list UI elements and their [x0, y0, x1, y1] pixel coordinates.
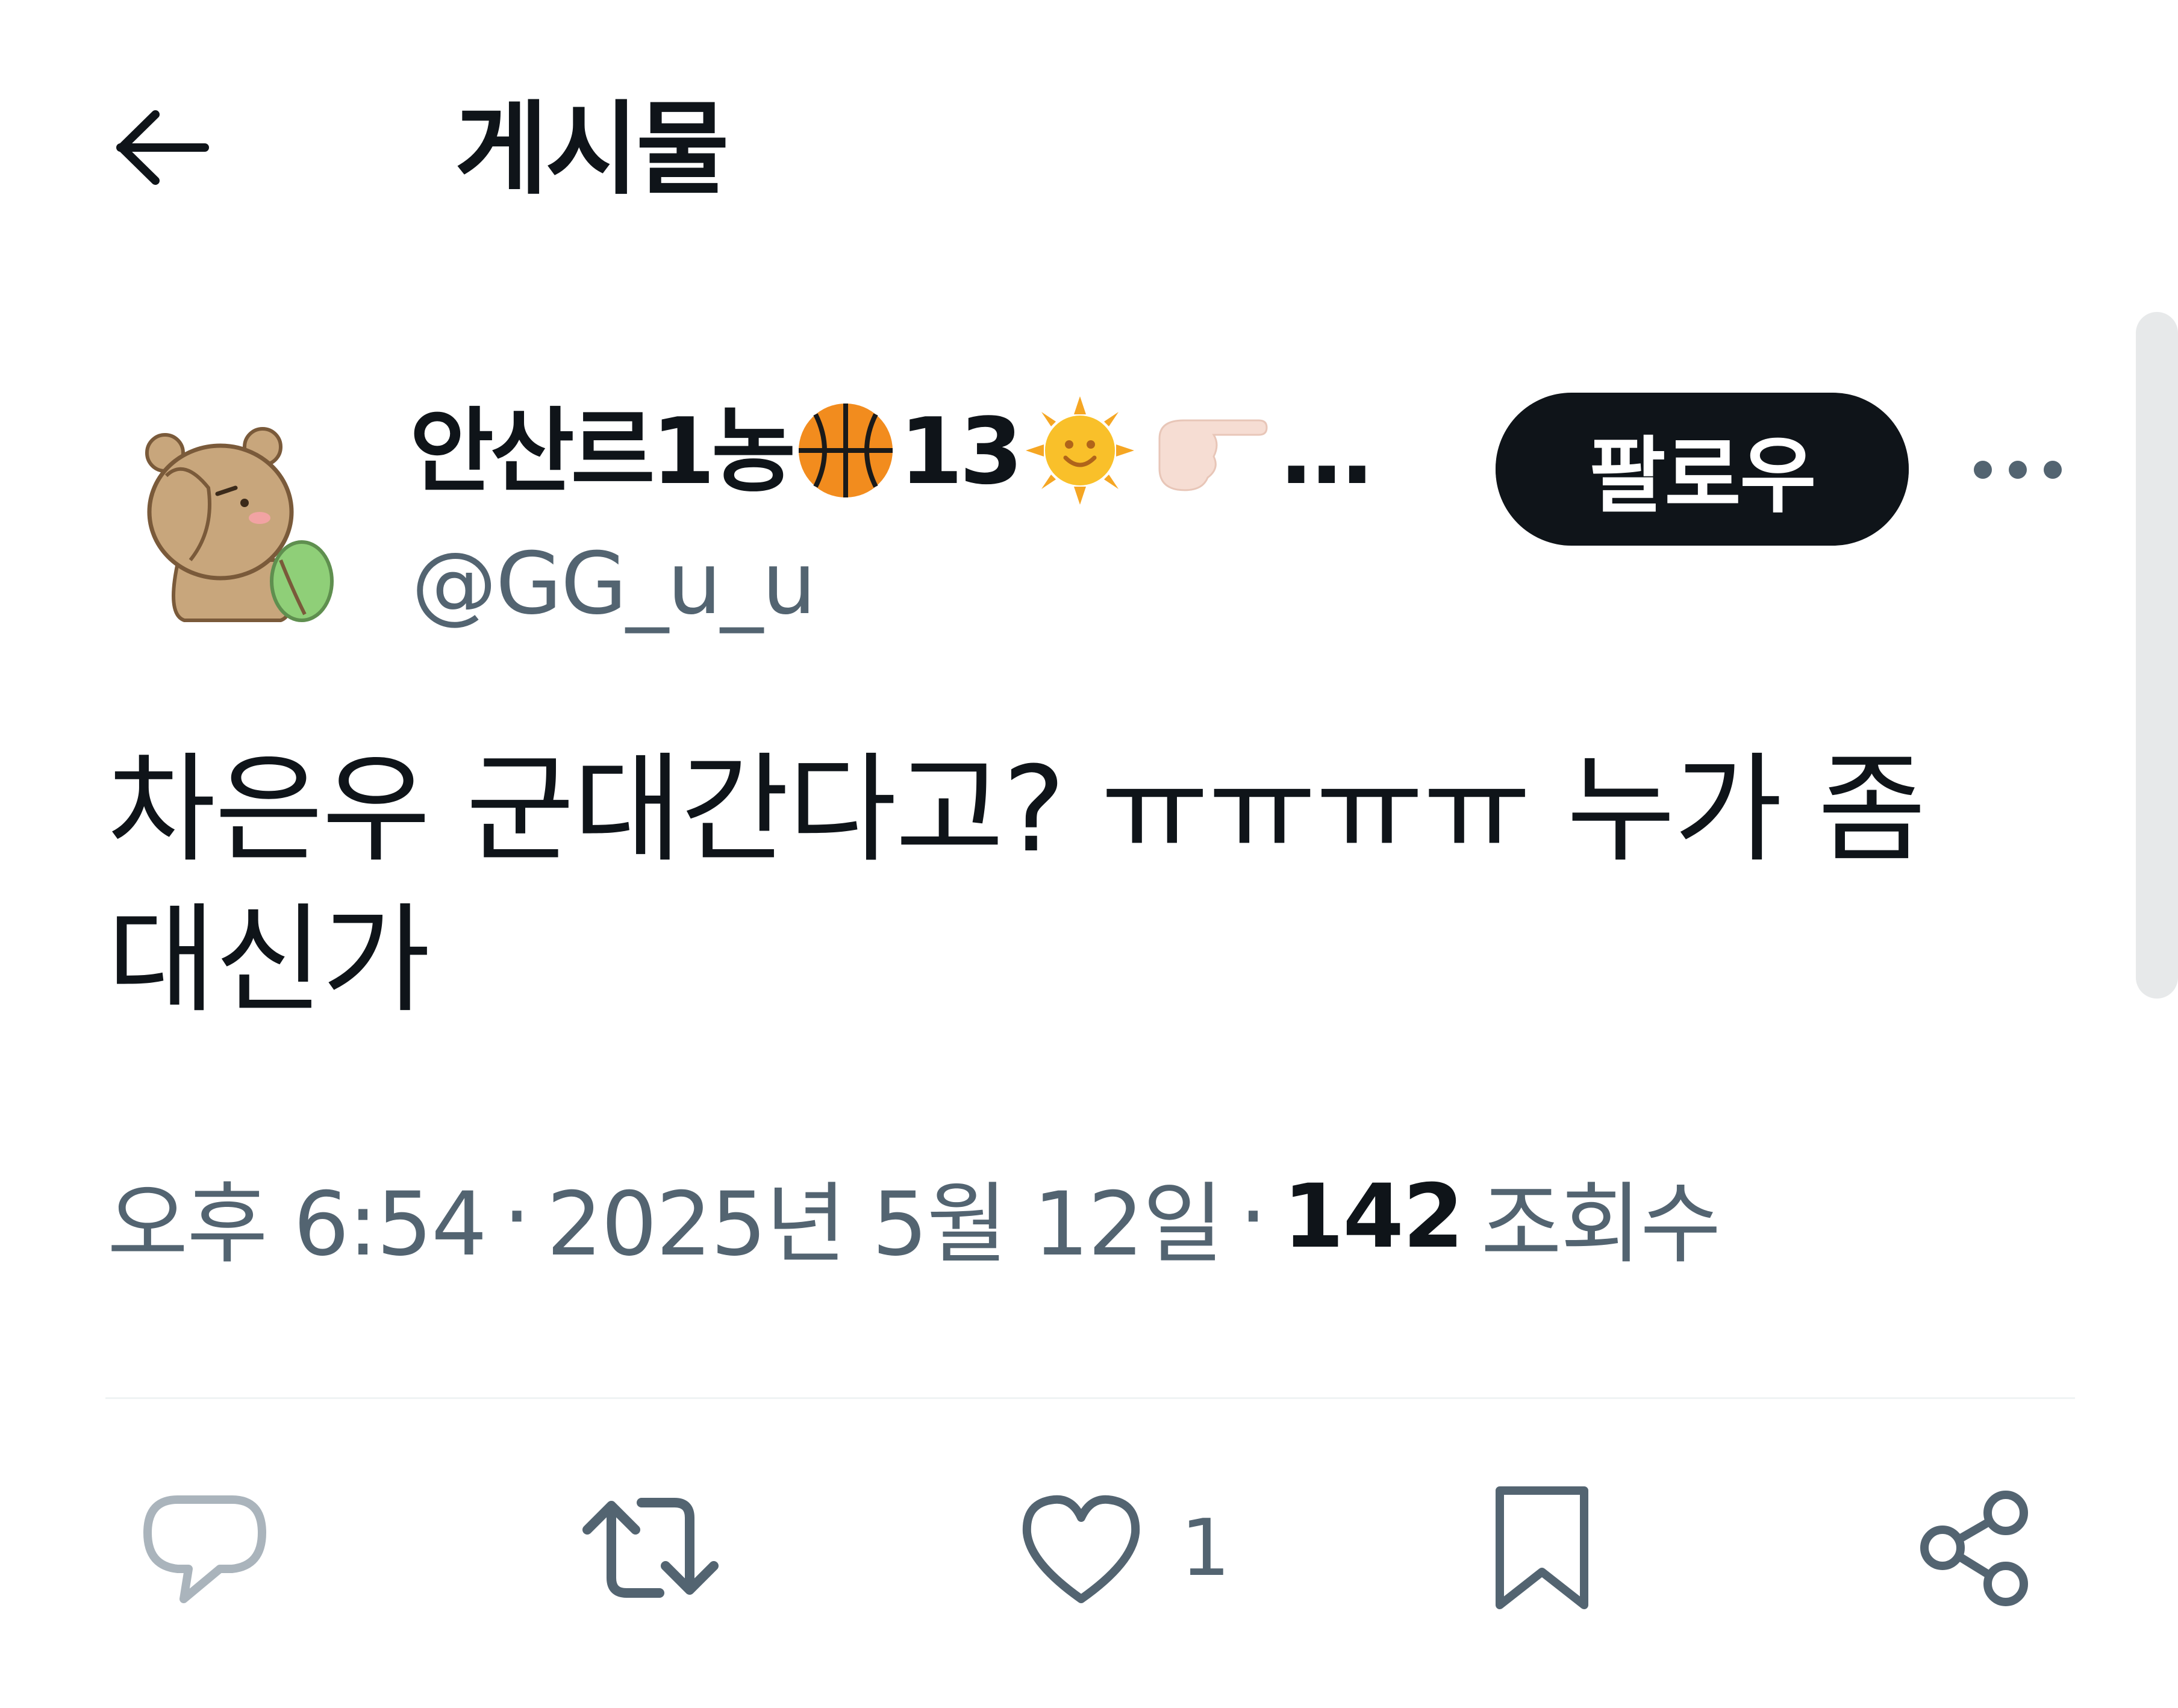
bookmark-button[interactable]: [1470, 1470, 1614, 1626]
retweet-button[interactable]: [566, 1470, 735, 1626]
bear-avatar-image: [145, 427, 334, 622]
tweet-date[interactable]: 2025년 5월 12일: [546, 1153, 1223, 1280]
tweet-text: 차은우 군대간다고? ㅠㅠㅠㅠ 누가 좀 대신가: [107, 741, 1926, 1029]
pointing-right-icon: [1147, 402, 1268, 501]
user-handle[interactable]: @GG_u_u: [411, 536, 816, 632]
display-name[interactable]: 안산르1농 13 …: [410, 396, 1373, 507]
avatar[interactable]: [142, 422, 341, 626]
share-button[interactable]: [1903, 1470, 2048, 1626]
basketball-icon: [794, 399, 897, 504]
back-button[interactable]: [105, 90, 220, 205]
display-name-number: 13: [899, 398, 1023, 505]
more-options-button[interactable]: [1964, 434, 2072, 506]
like-count: 1: [1181, 1502, 1231, 1594]
bookmark-icon: [1496, 1486, 1588, 1609]
views-count: 142: [1282, 1165, 1464, 1268]
like-button[interactable]: 1: [1018, 1470, 1235, 1626]
more-horizontal-icon: [1974, 461, 2062, 479]
share-icon: [1920, 1491, 2028, 1606]
meta-separator: ·: [502, 1165, 531, 1268]
follow-button[interactable]: 팔로우: [1496, 393, 1909, 544]
views-label: 조회수: [1481, 1173, 1721, 1276]
reply-button[interactable]: [133, 1470, 277, 1626]
divider: [105, 1397, 2075, 1399]
display-name-text: 안산르1농: [410, 398, 796, 505]
retweet-icon: [582, 1498, 719, 1598]
reply-icon: [143, 1495, 266, 1603]
heart-icon: [1022, 1495, 1140, 1603]
tweet-time[interactable]: 오후 6:54: [107, 1153, 487, 1280]
display-name-ellipsis: …: [1281, 398, 1373, 505]
sun-with-face-icon: [1025, 396, 1134, 507]
tweet-meta: 오후 6:54 · 2025년 5월 12일 · 142 조회수: [107, 1162, 1721, 1276]
scrollbar-thumb[interactable]: [2136, 312, 2178, 999]
page-title: 게시물: [455, 90, 729, 208]
meta-separator: ·: [1239, 1165, 1267, 1268]
arrow-left-icon: [116, 110, 209, 185]
